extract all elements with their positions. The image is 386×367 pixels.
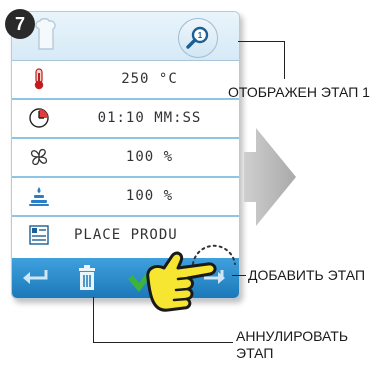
- callout-line-add: [232, 275, 246, 276]
- big-right-arrow-icon: [244, 128, 296, 226]
- humidity-icon: [29, 187, 49, 206]
- callout-line-cancel-h: [93, 342, 233, 343]
- clock-icon: [29, 108, 49, 128]
- step-indicator-number: 1: [198, 31, 203, 40]
- callout-shown-step: ОТОБРАЖЕН ЭТАП 1: [228, 84, 370, 100]
- time-value: 01:10 MM:SS: [97, 110, 202, 126]
- fan-icon: [30, 148, 48, 166]
- callout-line-step: [238, 41, 284, 42]
- callout-line-cancel-v: [93, 297, 94, 343]
- temperature-value: 250 °C: [121, 71, 178, 87]
- notes-icon: [29, 225, 49, 245]
- fan-row[interactable]: 100 %: [12, 139, 239, 178]
- humidity-value: 100 %: [125, 188, 174, 204]
- chef-hat-icon[interactable]: [34, 18, 58, 52]
- top-bar: 1: [12, 12, 239, 61]
- magnifier-icon: 1: [186, 26, 209, 49]
- callout-line-step-v: [284, 41, 285, 79]
- callout-cancel-step-2: ЭТАП: [236, 345, 274, 361]
- back-arrow-icon[interactable]: [20, 266, 50, 288]
- callout-cancel-step-1: АННУЛИРОВАТЬ: [236, 328, 349, 344]
- step-display-button[interactable]: 1: [178, 18, 218, 58]
- thermometer-icon: [34, 68, 44, 90]
- callout-add-step: ДОБАВИТЬ ЭТАП: [248, 267, 366, 283]
- humidity-row[interactable]: 100 %: [12, 178, 239, 217]
- step-number-badge: 7: [5, 9, 35, 39]
- time-row[interactable]: 01:10 MM:SS: [12, 100, 239, 139]
- parameter-list: 250 °C 01:10 MM:SS 100 % 100 % PLACE PRO…: [12, 61, 239, 254]
- temperature-row[interactable]: 250 °C: [12, 61, 239, 100]
- fan-speed-value: 100 %: [125, 149, 174, 165]
- trash-icon[interactable]: [78, 265, 96, 291]
- pointing-hand-icon: [146, 251, 217, 312]
